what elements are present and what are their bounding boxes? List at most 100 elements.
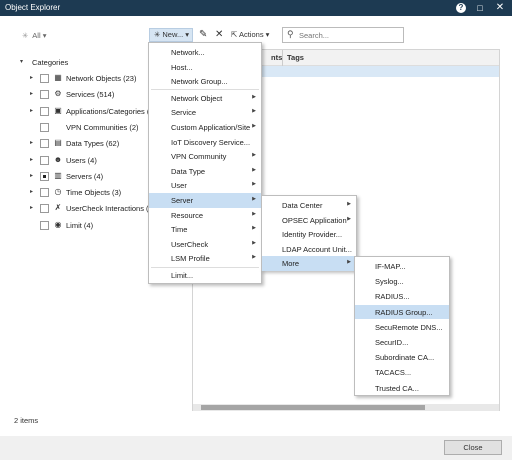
column-separator[interactable] — [282, 50, 283, 66]
chevron-down-icon: ▾ — [263, 30, 270, 39]
more-menu-item[interactable]: Trusted CA... — [355, 381, 449, 396]
network-icon: ▦ — [54, 73, 62, 82]
scrollbar-thumb[interactable] — [201, 405, 425, 410]
server-menu-item-label: LDAP Account Unit... — [282, 244, 352, 254]
tree-item-checkbox[interactable] — [40, 171, 49, 181]
submenu-arrow-icon: ▶ — [252, 210, 256, 217]
column-header-tags[interactable]: Tags — [287, 53, 304, 62]
expand-arrow-icon[interactable]: ▸ — [30, 172, 33, 179]
tree-item-checkbox[interactable] — [40, 155, 49, 165]
server-menu-item[interactable]: LDAP Account Unit... — [262, 242, 356, 257]
expand-arrow-icon[interactable]: ▸ — [30, 188, 33, 195]
close-window-icon[interactable]: ✕ — [494, 2, 506, 14]
search-box[interactable]: ⚲ — [282, 27, 404, 43]
tree-item-checkbox[interactable] — [40, 139, 49, 149]
new-menu-item-label: Server — [171, 196, 194, 205]
maximize-icon[interactable]: □ — [474, 2, 486, 14]
expand-arrow-icon[interactable]: ▸ — [30, 107, 33, 114]
new-menu-item[interactable]: Resource ▶ — [149, 208, 261, 223]
limit-icon: ◉ — [54, 219, 62, 229]
new-menu-item[interactable]: Host... — [149, 60, 261, 75]
submenu-arrow-icon: ▶ — [347, 215, 351, 222]
filter-dropdown[interactable]: ✳ All ▾ — [22, 31, 47, 40]
new-menu-item-label: Host... — [171, 62, 193, 72]
time-icon: ◷ — [54, 187, 62, 197]
tree-item-checkbox[interactable] — [40, 188, 49, 198]
tree-item-checkbox[interactable] — [40, 122, 49, 132]
tree-item-checkbox[interactable] — [40, 74, 49, 83]
new-button-label: New... — [162, 30, 184, 39]
data-types-icon: ▤ — [54, 138, 62, 148]
more-menu-item[interactable]: SecurID... — [355, 335, 449, 350]
services-icon: ⚙ — [54, 89, 62, 99]
more-menu-item[interactable]: RADIUS... — [355, 289, 449, 304]
chevron-down-icon: ▾ — [40, 31, 47, 40]
server-menu-item[interactable]: Data Center ▶ — [262, 198, 356, 213]
tree-item-checkbox[interactable] — [40, 204, 49, 214]
submenu-arrow-icon: ▶ — [252, 225, 256, 232]
new-menu-item[interactable]: Network Group... — [149, 74, 261, 89]
new-menu-item[interactable]: Data Type ▶ — [149, 164, 261, 179]
server-menu-item[interactable]: Identity Provider... — [262, 227, 356, 242]
submenu-arrow-icon: ▶ — [252, 93, 256, 100]
tree-item-checkbox[interactable] — [40, 220, 49, 230]
new-menu-item[interactable]: UserCheck ▶ — [149, 237, 261, 252]
more-menu-item[interactable]: TACACS... — [355, 365, 449, 380]
new-menu-item[interactable]: Custom Application/Site ▶ — [149, 120, 261, 135]
more-submenu: IF-MAP... Syslog... RADIUS... RADIUS Group.… — [354, 256, 450, 396]
new-menu-item[interactable]: Limit... — [149, 268, 261, 283]
search-input[interactable] — [299, 29, 399, 41]
server-menu-item[interactable]: More ▶ — [262, 256, 356, 271]
expand-arrow-icon[interactable]: ▸ — [30, 90, 33, 97]
more-menu-item-label: Trusted CA... — [375, 383, 419, 393]
new-menu-item[interactable]: Server ▶ — [149, 193, 261, 208]
server-menu-item-label: More — [282, 259, 300, 269]
tree-item-label: Time Objects (3) — [66, 188, 122, 198]
edit-icon[interactable]: ✎ — [199, 28, 207, 42]
horizontal-scrollbar[interactable] — [193, 404, 499, 411]
delete-icon[interactable]: ✕ — [215, 28, 223, 42]
more-menu-item-label: SecuRemote DNS... — [375, 322, 443, 332]
search-icon: ⚲ — [287, 29, 294, 39]
expand-arrow-icon[interactable]: ▸ — [30, 204, 33, 211]
new-menu-item[interactable]: VPN Community ▶ — [149, 149, 261, 164]
new-menu-item-label: UserCheck — [171, 239, 209, 249]
server-menu-item[interactable]: OPSEC Application ▶ — [262, 213, 356, 228]
tree-item-label: Limit (4) — [66, 220, 94, 230]
new-menu-item-label: Network Object — [171, 93, 223, 103]
column-header-comments[interactable]: nts — [271, 53, 282, 62]
footer-bar — [0, 436, 512, 460]
tree-item-checkbox[interactable] — [40, 90, 49, 100]
new-menu-item[interactable]: LSM Profile ▶ — [149, 251, 261, 266]
new-menu-item[interactable]: Time ▶ — [149, 222, 261, 237]
submenu-arrow-icon: ▶ — [347, 259, 351, 266]
tree-item-checkbox[interactable] — [40, 106, 49, 116]
submenu-arrow-icon: ▶ — [252, 196, 256, 202]
asterisk-icon: ✳ — [22, 31, 29, 40]
expand-arrow-icon[interactable]: ▸ — [30, 74, 33, 81]
expand-arrow-icon[interactable]: ▾ — [20, 58, 23, 65]
new-menu-item-label: LSM Profile — [171, 254, 210, 264]
tree-item-label: UserCheck Interactions (1 — [66, 204, 153, 214]
new-menu-item[interactable]: IoT Discovery Service... — [149, 135, 261, 150]
new-menu-item[interactable]: User ▶ — [149, 178, 261, 193]
expand-arrow-icon[interactable]: ▸ — [30, 156, 33, 163]
new-button[interactable]: ✳ New... ▾ — [149, 28, 193, 42]
more-menu-item[interactable]: Subordinate CA... — [355, 350, 449, 365]
submenu-arrow-icon: ▶ — [252, 123, 256, 129]
actions-label: Actions — [238, 30, 264, 39]
more-menu-item[interactable]: SecuRemote DNS... — [355, 320, 449, 335]
more-menu-item[interactable]: IF-MAP... — [355, 259, 449, 274]
help-icon[interactable]: ? — [456, 3, 466, 13]
expand-arrow-icon[interactable]: ▸ — [30, 139, 33, 146]
actions-button[interactable]: ⇱ Actions ▾ — [231, 28, 269, 42]
tree-item-label: Network Objects (23) — [66, 74, 137, 83]
close-button[interactable]: Close — [444, 440, 502, 455]
new-menu-item-label: Data Type — [171, 166, 206, 176]
more-menu-item[interactable]: RADIUS Group... — [355, 304, 449, 320]
new-menu-item[interactable]: Network Object ▶ — [149, 91, 261, 106]
new-menu-item[interactable]: Network... — [149, 45, 261, 60]
new-menu-item[interactable]: Service ▶ — [149, 105, 261, 120]
more-menu-item[interactable]: Syslog... — [355, 274, 449, 289]
submenu-arrow-icon: ▶ — [252, 108, 256, 115]
